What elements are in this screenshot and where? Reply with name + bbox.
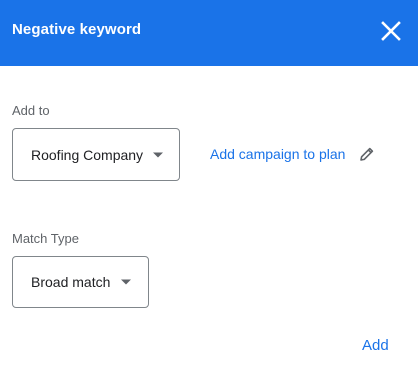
close-button[interactable] <box>378 18 404 44</box>
campaign-dropdown[interactable]: Roofing Company <box>12 128 180 181</box>
match-type-dropdown[interactable]: Broad match <box>12 256 149 308</box>
close-icon <box>381 21 401 41</box>
match-type-dropdown-value: Broad match <box>31 274 111 290</box>
campaign-dropdown-value: Roofing Company <box>31 146 144 163</box>
match-type-label: Match Type <box>12 231 79 246</box>
chevron-down-icon <box>121 279 131 285</box>
dialog-title: Negative keyword <box>12 21 142 38</box>
pencil-icon[interactable] <box>359 146 375 162</box>
chevron-down-icon <box>153 152 163 157</box>
add-button[interactable]: Add <box>362 337 389 354</box>
dialog-header: Negative keyword <box>0 0 418 66</box>
add-campaign-to-plan-link[interactable]: Add campaign to plan <box>210 146 345 162</box>
add-to-label: Add to <box>12 103 50 118</box>
